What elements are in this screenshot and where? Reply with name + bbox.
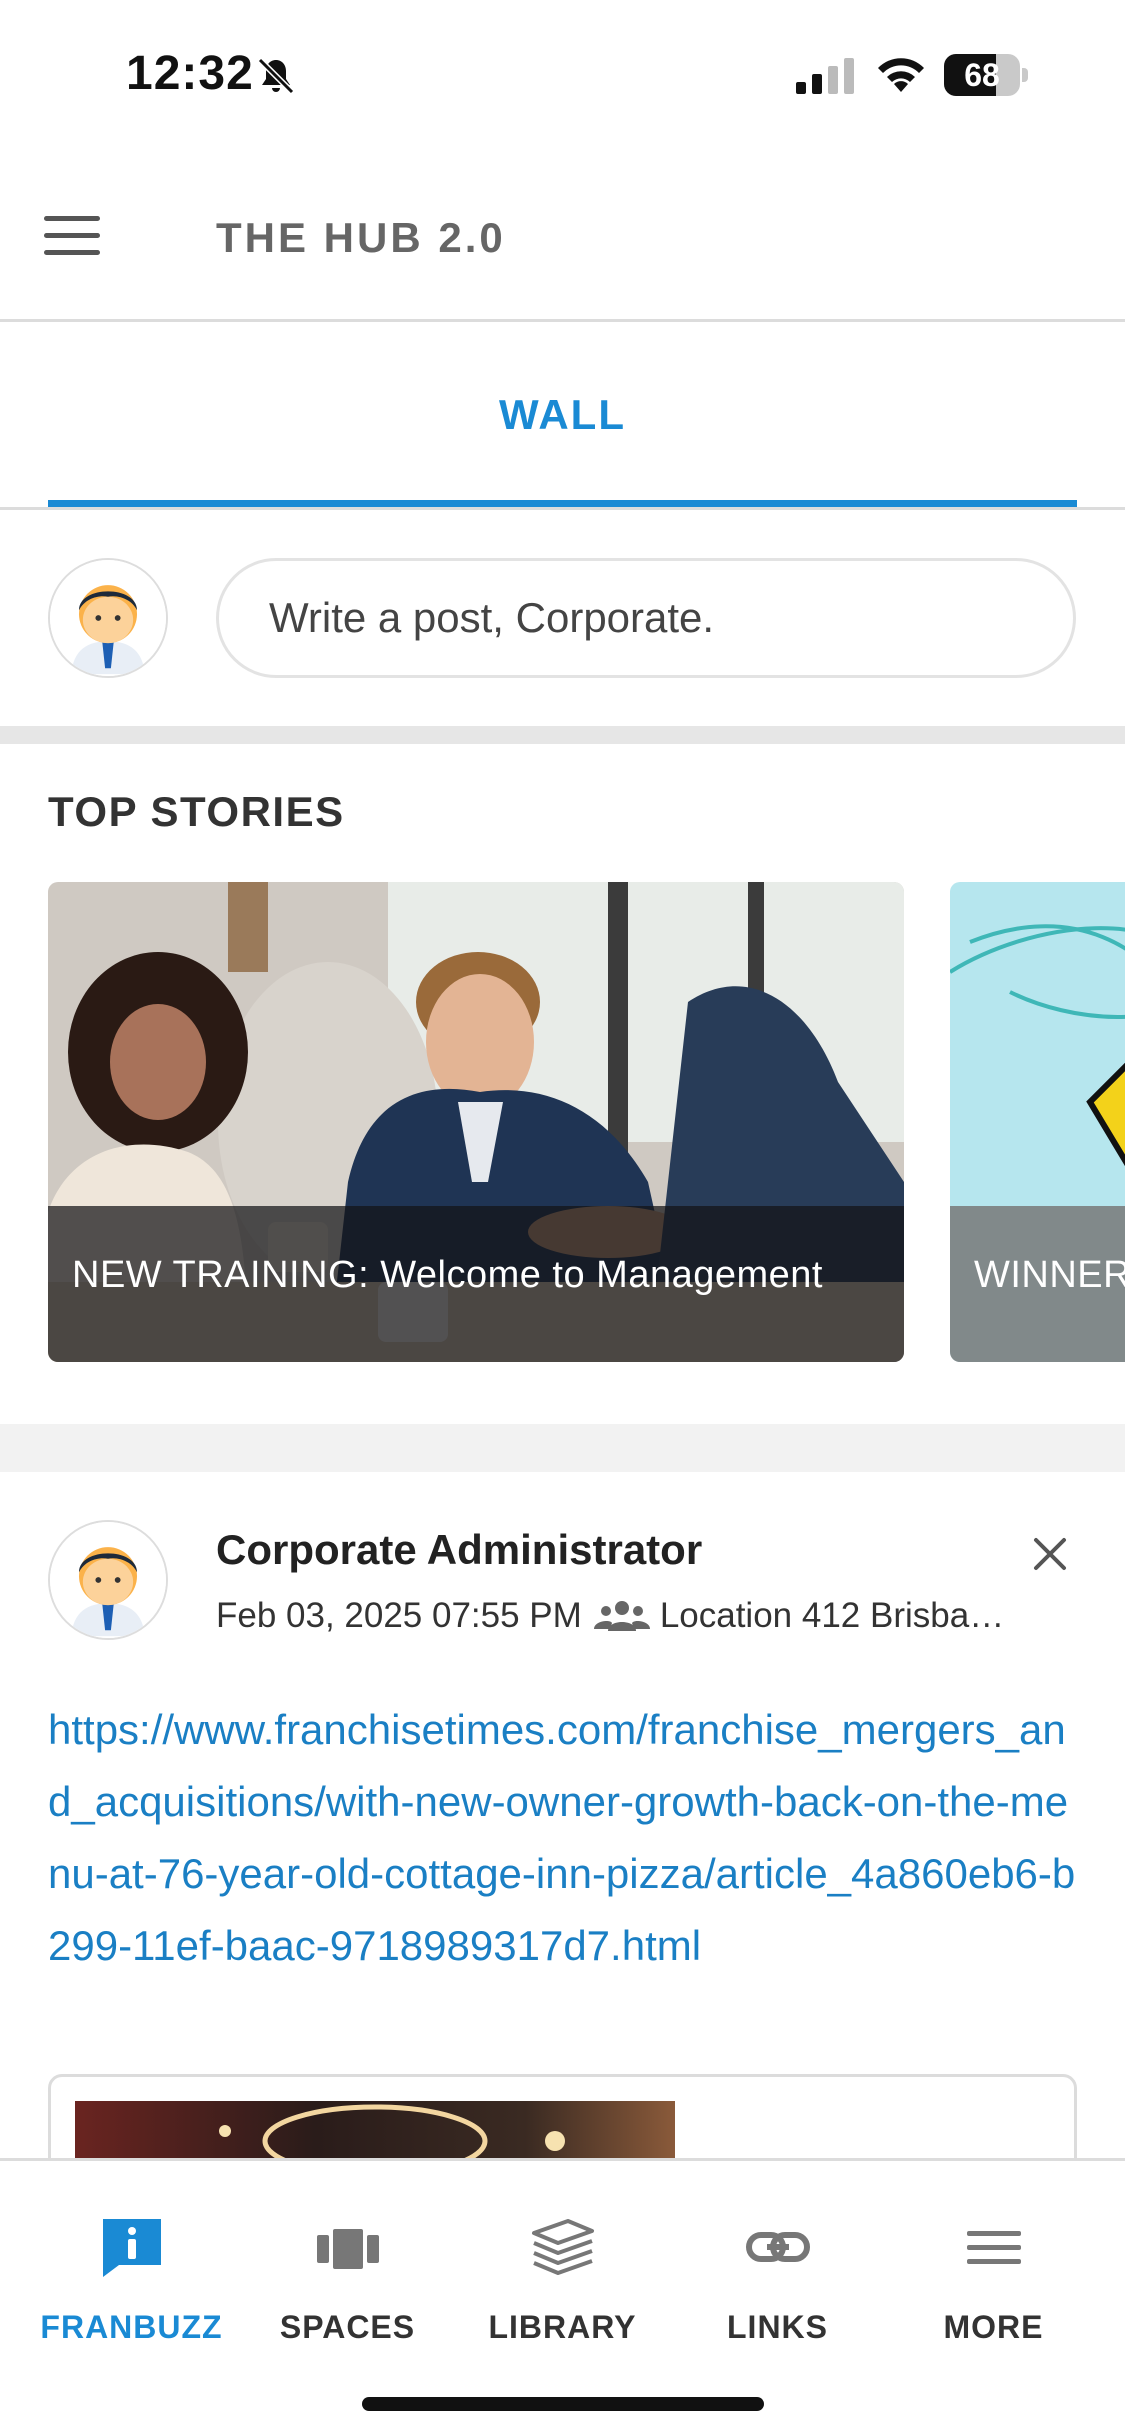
top-stories-section: TOP STORIES NEW TRAINING: Welcome to Man… [0, 744, 1125, 1424]
story-caption-bg: NEW TRAINING: Welcome to Management [48, 1206, 904, 1362]
status-bar: 12:32 68 [0, 0, 1125, 140]
user-avatar[interactable] [48, 558, 168, 678]
nav-item-spaces[interactable]: SPACES [240, 2161, 455, 2361]
spaces-icon [316, 2229, 379, 2269]
section-divider [0, 1424, 1125, 1472]
cellular-signal-icon [796, 58, 854, 94]
group-icon [593, 1601, 650, 1631]
status-time: 12:32 [126, 47, 254, 100]
top-stories-title: TOP STORIES [48, 788, 345, 835]
section-divider [0, 726, 1125, 744]
post-location: Location 412 Brisba… [659, 1596, 1005, 1635]
library-stack-icon [531, 2219, 594, 2275]
nav-label: MORE [943, 2309, 1044, 2345]
battery-indicator: 68 [944, 54, 1028, 96]
avatar-icon [50, 1522, 166, 1638]
post-composer [0, 510, 1125, 726]
link-preview-image [75, 2101, 675, 2162]
story-caption: NEW TRAINING: Welcome to Management [72, 1254, 823, 1296]
story-card[interactable]: WINNER [950, 882, 1125, 1362]
nav-label: SPACES [279, 2309, 416, 2345]
wifi-icon [878, 58, 924, 92]
tab-wall-label: WALL [499, 391, 626, 438]
link-preview-card[interactable] [48, 2074, 1077, 2162]
nav-item-more[interactable]: MORE [886, 2161, 1101, 2361]
link-icon [745, 2232, 810, 2262]
story-caption: WINNER [974, 1254, 1125, 1296]
more-menu-icon [966, 2231, 1021, 2264]
page-title: THE HUB 2.0 [216, 214, 506, 261]
author-avatar[interactable] [48, 1520, 168, 1640]
write-post-input[interactable] [216, 558, 1076, 678]
bottom-navigation: FRANBUZZ SPACES LIBRARY LINKS MORE [0, 2158, 1125, 2436]
nav-label: LIBRARY [488, 2309, 637, 2345]
post-meta: Feb 03, 2025 07:55 PM Location 412 Brisb… [216, 1596, 1016, 1636]
home-indicator[interactable] [362, 2397, 764, 2411]
story-caption-bg: WINNER [950, 1206, 1125, 1362]
nav-label: LINKS [727, 2309, 828, 2345]
post-author[interactable]: Corporate Administrator [216, 1526, 702, 1574]
post-link[interactable]: https://www.franchisetimes.com/franchise… [48, 1694, 1088, 1982]
battery-percent: 68 [964, 57, 1000, 93]
tab-bar: WALL [0, 325, 1125, 510]
tab-wall[interactable]: WALL [48, 325, 1077, 507]
nav-item-links[interactable]: LINKS [670, 2161, 885, 2361]
close-icon[interactable] [1030, 1534, 1070, 1574]
nav-label: FRANBUZZ [40, 2309, 223, 2345]
story-card[interactable]: NEW TRAINING: Welcome to Management [48, 882, 904, 1362]
nav-item-library[interactable]: LIBRARY [455, 2161, 670, 2361]
avatar-icon [50, 560, 166, 676]
bell-muted-icon [257, 57, 295, 95]
hamburger-menu-icon[interactable] [44, 216, 100, 256]
info-chat-icon [102, 2219, 161, 2277]
app-header: THE HUB 2.0 [0, 140, 1125, 322]
wall-post: Corporate Administrator Feb 03, 2025 07:… [0, 1472, 1125, 2162]
post-date: Feb 03, 2025 07:55 PM [216, 1596, 582, 1635]
nav-item-franbuzz[interactable]: FRANBUZZ [24, 2161, 239, 2361]
